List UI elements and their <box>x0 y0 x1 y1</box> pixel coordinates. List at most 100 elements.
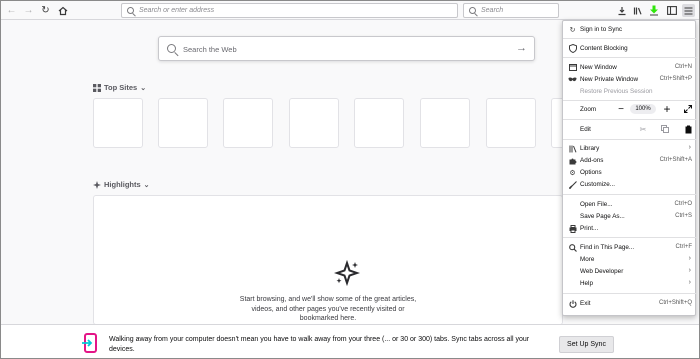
copy-button[interactable] <box>659 123 671 135</box>
paste-icon <box>685 125 691 133</box>
home-button[interactable] <box>56 4 69 17</box>
nav-toolbar: ← → ↻ Search or enter address Search <box>1 1 699 20</box>
highlights-empty-line2: videos, and other pages you've recently … <box>251 305 405 313</box>
menu-item-new-window[interactable]: New Window Ctrl+N <box>563 61 697 73</box>
download-progress-button[interactable] <box>647 4 660 17</box>
printer-icon <box>568 224 577 233</box>
app-menu-panel: ↻ Sign in to Sync Content Blocking New W… <box>562 20 697 316</box>
menu-item-label: Content Blocking <box>580 44 628 52</box>
chevron-down-icon: ⌄ <box>140 84 147 92</box>
chevron-right-icon: › <box>688 254 691 262</box>
top-site-tile[interactable] <box>93 98 143 148</box>
highlights-empty-state: Start browsing, and we'll show some of t… <box>93 195 563 325</box>
menu-item-save-page[interactable]: Save Page As... Ctrl+S <box>563 210 697 222</box>
library-button[interactable] <box>631 4 644 17</box>
home-icon <box>58 6 67 15</box>
menu-item-label: Customize... <box>580 180 615 188</box>
reload-button[interactable]: ↻ <box>39 4 52 17</box>
menu-item-help[interactable]: Help › <box>563 277 697 289</box>
paste-button[interactable] <box>682 123 694 135</box>
menu-item-more[interactable]: More › <box>563 253 697 265</box>
sidebar-button[interactable] <box>665 4 678 17</box>
menu-item-sign-in[interactable]: ↻ Sign in to Sync <box>563 23 697 35</box>
menu-item-content-blocking[interactable]: Content Blocking <box>563 42 697 54</box>
menu-item-find[interactable]: Find in This Page... Ctrl+F <box>563 241 697 253</box>
sync-notification-bar: Walking away from your computer doesn't … <box>1 324 699 358</box>
menu-item-exit[interactable]: Exit Ctrl+Shift+Q <box>563 297 697 309</box>
menu-item-label: More <box>580 255 595 263</box>
top-site-tile[interactable] <box>289 98 339 148</box>
highlights-empty-text: Start browsing, and we'll show some of t… <box>94 295 562 324</box>
sync-message-line1: Walking away from your computer doesn't … <box>109 336 530 343</box>
highlights-empty-line3: bookmarked here. <box>299 315 357 322</box>
back-arrow-icon: ← <box>6 5 17 16</box>
url-placeholder: Search or enter address <box>139 7 215 14</box>
menu-item-new-private-window[interactable]: New Private Window Ctrl+Shift+P <box>563 73 697 85</box>
scissors-icon: ✂ <box>639 124 647 134</box>
hamburger-icon <box>684 6 693 15</box>
highlights-label: Highlights <box>104 180 141 189</box>
menu-item-label: Zoom <box>580 105 597 113</box>
chevron-right-icon: › <box>688 143 691 151</box>
menu-separator <box>563 38 697 39</box>
zoom-reset-button[interactable]: 100% <box>630 104 656 114</box>
top-sites-label: Top Sites <box>104 83 138 92</box>
forward-arrow-icon: → <box>23 5 34 16</box>
top-site-tile[interactable] <box>158 98 208 148</box>
menu-item-shortcut: Ctrl+Shift+Q <box>658 299 692 306</box>
search-go-arrow-icon[interactable]: → <box>516 42 527 54</box>
menu-item-label: New Window <box>580 63 617 71</box>
menu-item-label: Find in This Page... <box>580 243 635 251</box>
menu-separator <box>563 237 697 238</box>
menu-separator <box>563 293 697 294</box>
top-sites-header[interactable]: Top Sites ⌄ <box>93 83 146 92</box>
chevron-right-icon: › <box>688 266 691 274</box>
menu-separator <box>563 119 697 120</box>
downloads-button[interactable] <box>615 4 628 17</box>
set-up-sync-button[interactable]: Set Up Sync <box>559 336 614 353</box>
zoom-out-button[interactable]: − <box>615 103 627 115</box>
phone-sync-icon <box>82 333 97 353</box>
menu-item-shortcut: Ctrl+Shift+P <box>659 75 692 82</box>
library-icon <box>568 144 577 153</box>
url-bar[interactable]: Search or enter address <box>121 3 458 18</box>
menu-item-label: Edit <box>580 125 591 133</box>
back-button[interactable]: ← <box>5 4 18 17</box>
menu-button[interactable] <box>682 4 695 17</box>
paintbrush-icon <box>568 180 577 189</box>
top-site-tile[interactable] <box>486 98 536 148</box>
menu-item-library[interactable]: Library › <box>563 142 697 154</box>
menu-item-label: Exit <box>580 299 591 307</box>
zoom-in-button[interactable]: + <box>661 102 673 116</box>
menu-item-label: Save Page As... <box>580 212 625 220</box>
menu-item-print[interactable]: Print... <box>563 222 697 234</box>
web-search-placeholder: Search the Web <box>183 45 237 54</box>
copy-icon <box>661 125 669 133</box>
gear-icon: ⚙ <box>569 169 576 177</box>
web-search-box[interactable]: Search the Web → <box>158 36 535 61</box>
search-icon <box>167 44 176 53</box>
search-bar[interactable]: Search <box>463 3 559 18</box>
menu-item-options[interactable]: ⚙ Options <box>563 166 697 178</box>
forward-button[interactable]: → <box>22 4 35 17</box>
cut-button[interactable]: ✂ <box>637 123 649 135</box>
sync-message: Walking away from your computer doesn't … <box>109 335 549 355</box>
search-icon <box>127 7 134 14</box>
highlights-header[interactable]: Highlights ⌄ <box>93 180 150 189</box>
chevron-down-icon: ⌄ <box>143 181 150 189</box>
menu-separator <box>563 194 697 195</box>
menu-item-customize[interactable]: Customize... <box>563 178 697 190</box>
search-icon <box>469 7 476 14</box>
top-site-tile[interactable] <box>223 98 273 148</box>
top-site-tile[interactable] <box>420 98 470 148</box>
search-icon <box>568 243 577 252</box>
menu-item-open-file[interactable]: Open File... Ctrl+O <box>563 198 697 210</box>
menu-item-label: Print... <box>580 224 599 232</box>
menu-item-addons[interactable]: Add-ons Ctrl+Shift+A <box>563 154 697 166</box>
reload-icon: ↻ <box>41 5 50 16</box>
menu-item-web-developer[interactable]: Web Developer › <box>563 265 697 277</box>
download-arrow-icon <box>649 5 658 16</box>
menu-separator <box>563 57 697 58</box>
top-site-tile[interactable] <box>354 98 404 148</box>
fullscreen-button[interactable] <box>682 103 694 115</box>
